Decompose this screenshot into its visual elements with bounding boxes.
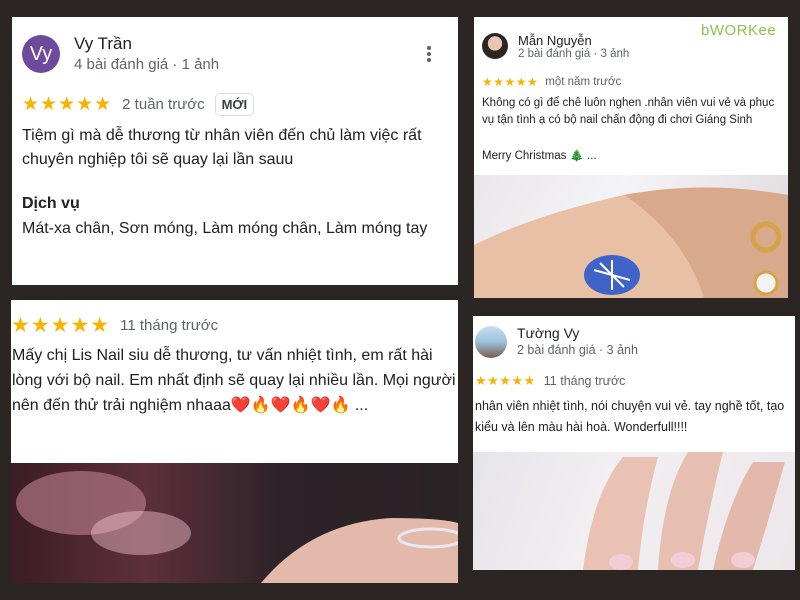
rating-row: ★★★★★ 2 tuần trước MỚI: [22, 93, 255, 116]
review-text: Tiệm gì mà dễ thương từ nhân viên đến ch…: [22, 127, 422, 168]
review-card-man-nguyen: Mẫn Nguyễn 2 bài đánh giá · 3 ảnh bWORKe…: [474, 17, 788, 298]
review-card-tuong-vy: Tường Vy 2 bài đánh giá · 3 ảnh ★★★★★ 11…: [473, 316, 795, 570]
star-rating: ★★★★★: [11, 314, 111, 337]
review-text: nhân viên nhiệt tình, nói chuyện vui vẻ.…: [475, 399, 785, 434]
reviewer-name[interactable]: Vy Trần: [74, 34, 132, 54]
review-age: 11 tháng trước: [120, 317, 219, 334]
review-card-vy-tran: Vy Vy Trần 4 bài đánh giá · 1 ảnh ★★★★★ …: [12, 17, 458, 285]
services-title: Dịch vụ: [22, 195, 80, 212]
review-text: Không có gì để chê luôn nghen .nhân viên…: [482, 97, 775, 126]
reviewer-name[interactable]: Tường Vy: [517, 325, 579, 341]
services-list: Mát-xa chân, Sơn móng, Làm móng chân, Là…: [22, 220, 428, 237]
review-age: 11 tháng trước: [543, 374, 626, 388]
review-age: một năm trước: [545, 76, 622, 88]
reviewer-name[interactable]: Mẫn Nguyễn: [518, 33, 592, 48]
new-badge: MỚI: [214, 93, 255, 116]
review-card-lis-nail: ★★★★★ 11 tháng trước Mấy chị Lis Nail si…: [11, 300, 458, 583]
review-text: Mấy chị Lis Nail siu dễ thương, tư vấn n…: [12, 347, 456, 414]
avatar[interactable]: Vy: [22, 35, 60, 73]
star-rating: ★★★★★: [482, 75, 539, 89]
star-rating: ★★★★★: [22, 94, 113, 115]
reviewer-meta: 2 bài đánh giá · 3 ảnh: [518, 48, 630, 60]
brand-watermark: bWORKee: [701, 22, 777, 39]
rating-row: ★★★★★ 11 tháng trước: [475, 373, 625, 389]
reviewer-meta: 4 bài đánh giá · 1 ảnh: [74, 56, 220, 73]
review-photo[interactable]: [474, 175, 788, 298]
star-rating: ★★★★★: [475, 373, 536, 388]
review-photo[interactable]: [473, 452, 795, 570]
rating-row: ★★★★★ một năm trước: [482, 75, 621, 89]
reviewer-meta: 2 bài đánh giá · 3 ảnh: [517, 343, 638, 357]
review-age: 2 tuần trước: [122, 96, 205, 113]
avatar[interactable]: [482, 33, 508, 59]
review-photo[interactable]: [11, 463, 458, 583]
more-vert-icon[interactable]: [426, 45, 432, 63]
rating-row: ★★★★★ 11 tháng trước: [11, 313, 218, 338]
review-text-continued: Merry Christmas 🎄 ...: [482, 150, 597, 162]
avatar[interactable]: [475, 326, 507, 358]
